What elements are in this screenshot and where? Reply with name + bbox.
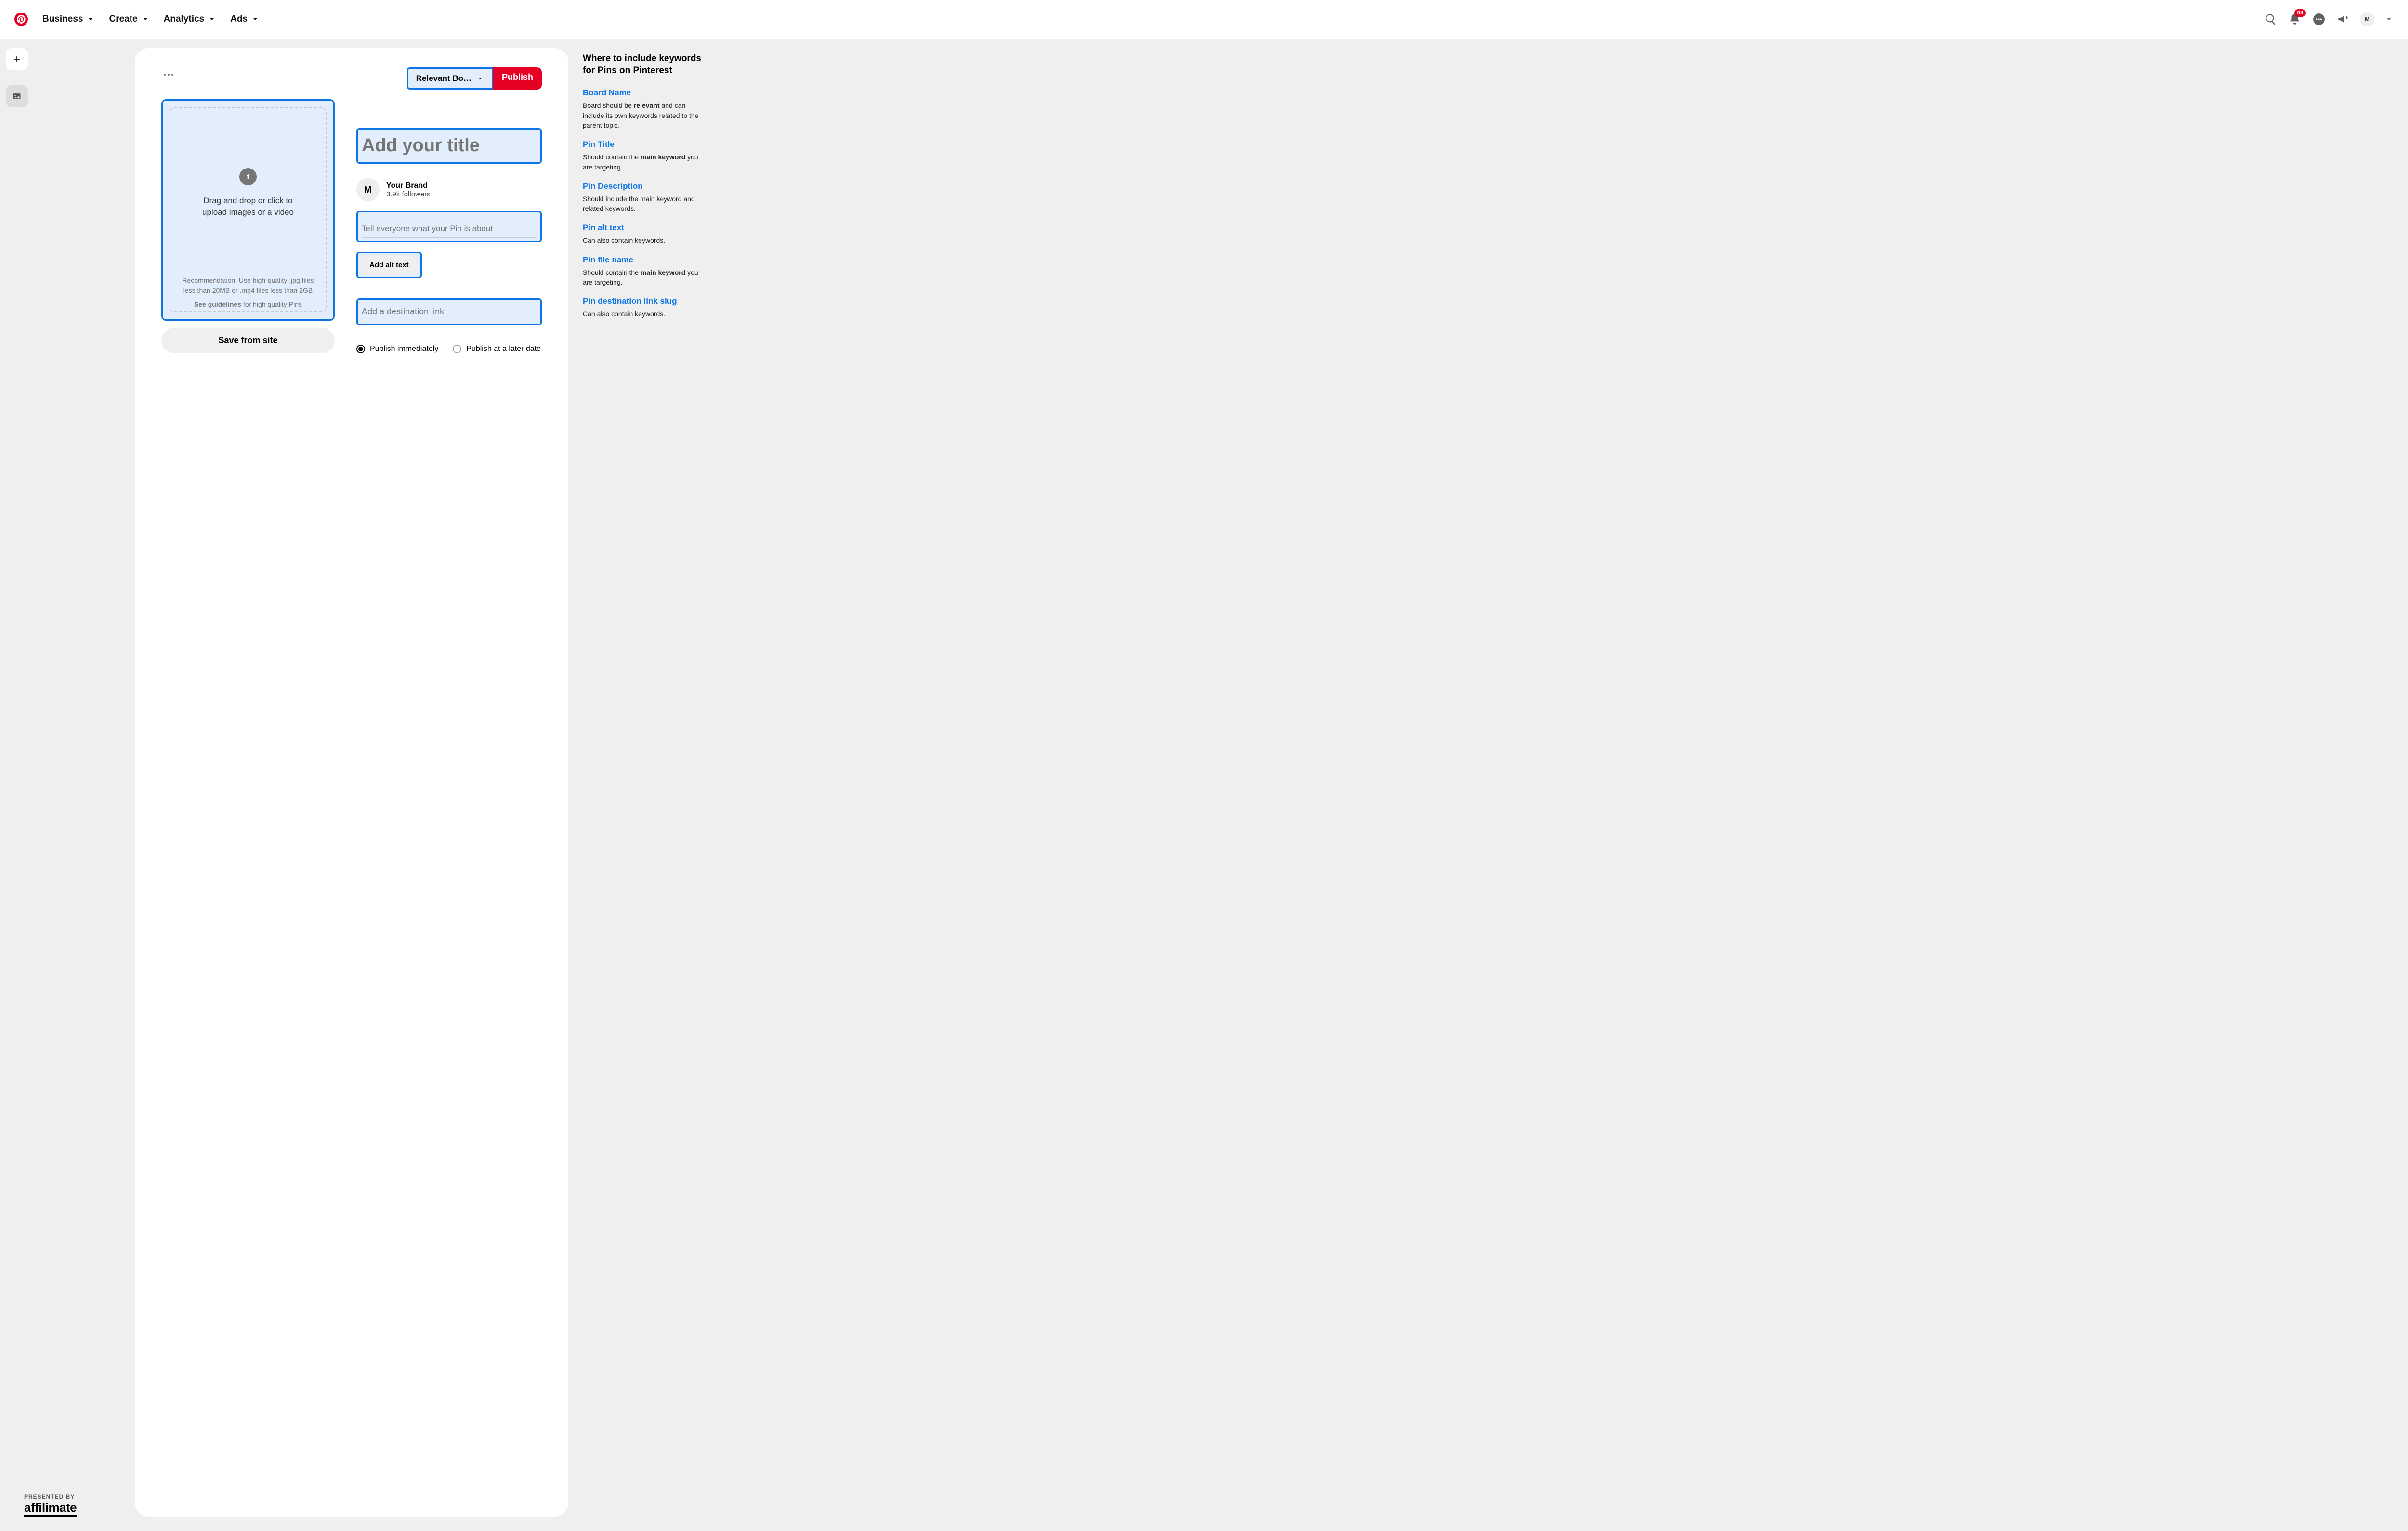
nav-label: Business	[42, 14, 83, 25]
brand-row: M Your Brand 3.9k followers	[356, 178, 542, 201]
radio-empty-icon	[453, 345, 461, 353]
save-from-site-button[interactable]: Save from site	[161, 328, 335, 353]
image-icon[interactable]	[6, 85, 28, 107]
avatar: M	[356, 178, 380, 201]
annotation-heading: Where to include keywords for Pins on Pi…	[583, 53, 708, 77]
desc-highlight	[356, 211, 542, 242]
nav-business[interactable]: Business	[42, 14, 94, 25]
annotation-pin-description: Pin Description Should include the main …	[583, 182, 708, 214]
annotation-pin-file-name: Pin file name Should contain the main ke…	[583, 255, 708, 287]
alt-highlight: Add alt text	[356, 252, 422, 278]
upload-recommendation: Recommendation: Use high-quality .jpg fi…	[172, 275, 324, 310]
nav-analytics[interactable]: Analytics	[164, 14, 216, 25]
content-row: Relevant Bo… Publish Drag and drop	[34, 39, 2408, 1531]
nav-label: Create	[109, 14, 137, 25]
nav-create[interactable]: Create	[109, 14, 149, 25]
notification-badge: 94	[2294, 9, 2306, 17]
destination-link-input[interactable]	[362, 303, 537, 321]
chat-icon[interactable]	[2312, 12, 2326, 26]
link-highlight	[356, 298, 542, 325]
annotation-pin-title: Pin Title Should contain the main keywor…	[583, 140, 708, 172]
main-area: Relevant Bo… Publish Drag and drop	[0, 39, 2408, 1531]
upload-dropzone[interactable]: Drag and drop or click to upload images …	[161, 99, 335, 321]
radio-filled-icon	[356, 345, 365, 353]
brand-name: Your Brand	[386, 182, 431, 190]
annotation-pin-alt-text: Pin alt text Can also contain keywords.	[583, 223, 708, 245]
add-alt-text-button[interactable]: Add alt text	[360, 255, 419, 275]
publish-immediately-radio[interactable]: Publish immediately	[356, 345, 438, 353]
top-nav: Business Create Analytics Ads 94 M	[0, 0, 2408, 39]
title-highlight	[356, 128, 542, 164]
upload-column: Drag and drop or click to upload images …	[161, 99, 335, 353]
chevron-down-icon	[251, 15, 259, 23]
pinterest-logo-icon[interactable]	[14, 13, 28, 26]
avatar[interactable]: M	[2360, 12, 2374, 26]
description-input[interactable]	[362, 220, 537, 238]
chevron-down-icon	[87, 15, 94, 23]
annotation-sidebar: Where to include keywords for Pins on Pi…	[583, 48, 708, 1517]
presented-by: PRESENTED BY affilimate	[24, 1493, 77, 1517]
brand-followers: 3.9k followers	[386, 190, 431, 198]
publish-button[interactable]: Publish	[493, 67, 542, 90]
top-nav-right: 94 M	[2264, 12, 2394, 26]
upload-arrow-icon	[239, 168, 257, 185]
chevron-down-icon	[208, 15, 216, 23]
card-body: Drag and drop or click to upload images …	[161, 99, 542, 353]
add-button[interactable]	[6, 48, 28, 70]
search-icon[interactable]	[2264, 12, 2278, 26]
publish-later-radio[interactable]: Publish at a later date	[453, 345, 541, 353]
top-nav-left: Business Create Analytics Ads	[14, 13, 259, 26]
chevron-down-icon	[476, 75, 484, 82]
presented-brand: affilimate	[24, 1500, 77, 1517]
presented-label: PRESENTED BY	[24, 1493, 77, 1500]
nav-ads[interactable]: Ads	[230, 14, 259, 25]
bell-icon[interactable]: 94	[2288, 12, 2302, 26]
board-selected-label: Relevant Bo…	[416, 74, 471, 83]
left-rail	[0, 39, 34, 1531]
title-input[interactable]	[362, 132, 537, 159]
card-top-row: Relevant Bo… Publish	[161, 67, 542, 90]
megaphone-icon[interactable]	[2336, 12, 2350, 26]
more-options-button[interactable]	[161, 67, 176, 82]
chevron-down-icon	[142, 15, 149, 23]
nav-label: Analytics	[164, 14, 204, 25]
publish-timing-row: Publish immediately Publish at a later d…	[356, 345, 542, 353]
form-column: M Your Brand 3.9k followers Add alt text	[356, 99, 542, 353]
chevron-down-icon[interactable]	[2384, 12, 2394, 26]
nav-label: Ads	[230, 14, 248, 25]
board-publish-group: Relevant Bo… Publish	[407, 67, 542, 90]
pin-builder-card: Relevant Bo… Publish Drag and drop	[135, 48, 568, 1517]
annotation-pin-link-slug: Pin destination link slug Can also conta…	[583, 297, 708, 319]
board-select[interactable]: Relevant Bo…	[407, 67, 493, 90]
annotation-board-name: Board Name Board should be relevant and …	[583, 88, 708, 130]
upload-text: Drag and drop or click to upload images …	[200, 195, 296, 218]
